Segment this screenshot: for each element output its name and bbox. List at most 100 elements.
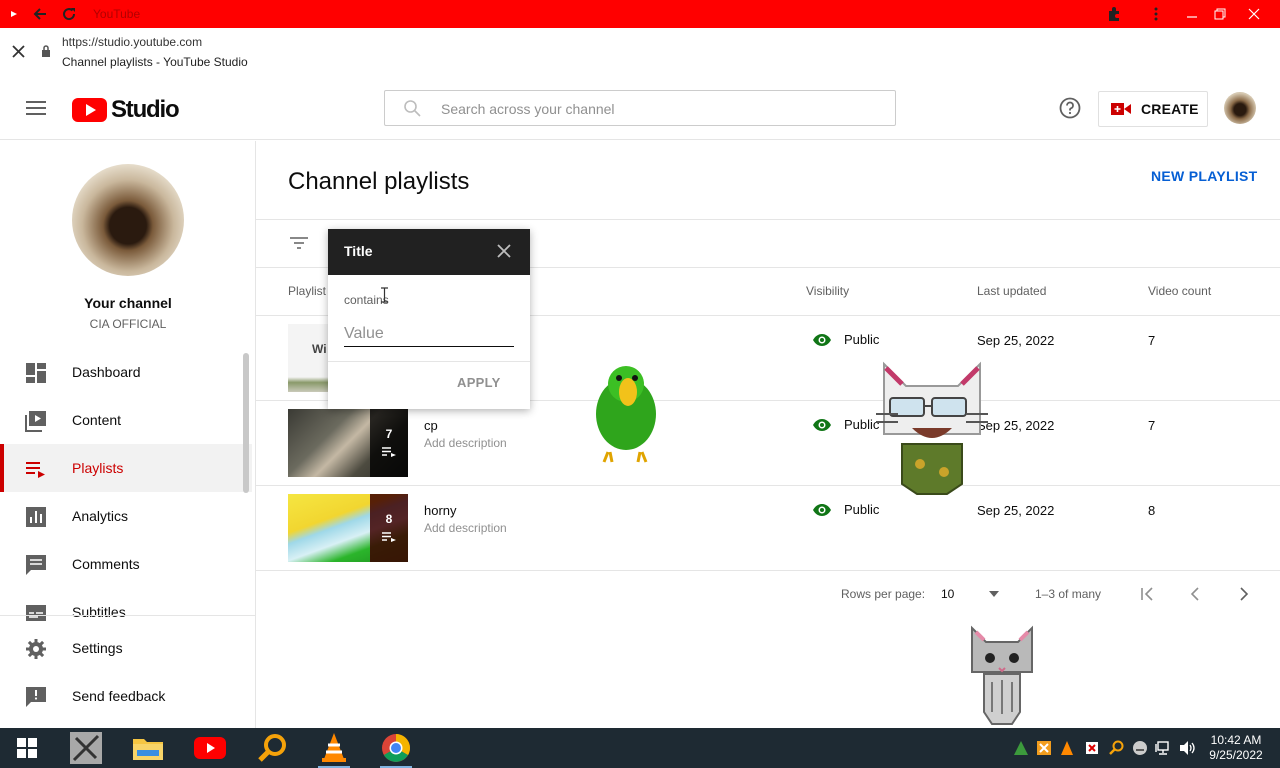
comments-icon [25,554,47,576]
playlist-play-icon [382,447,396,457]
help-icon[interactable] [1059,97,1081,119]
studio-logo[interactable]: Studio [72,96,180,124]
sidebar-item-playlists[interactable]: Playlists [0,444,252,492]
column-header-last-updated[interactable]: Last updated [977,284,1046,298]
rows-per-page-select[interactable]: 10 [940,581,1002,607]
url-text[interactable]: https://studio.youtube.com [62,35,202,49]
video-count-cell: 7 [1148,418,1156,433]
popup-header: Title [328,229,530,275]
tray-app-icon[interactable] [1013,740,1029,756]
video-count-cell: 8 [1148,503,1156,518]
column-header-visibility[interactable]: Visibility [806,284,849,298]
last-updated-cell: Sep 25, 2022 [977,333,1055,348]
close-icon[interactable] [496,243,512,259]
minimize-icon[interactable] [1182,4,1202,24]
pagination-range: 1–3 of many [1035,587,1102,601]
sidebar: Your channel CIA OFFICIAL Dashboard Cont… [0,141,256,728]
channel-name: CIA OFFICIAL [89,317,167,331]
playlist-thumbnail[interactable]: 7 [288,409,408,477]
search-input[interactable]: Search across your channel [384,90,896,126]
tray-search-icon[interactable] [1108,740,1124,756]
channel-avatar[interactable] [72,164,184,276]
taskbar-app-youtube[interactable] [190,732,230,764]
sidebar-item-analytics[interactable]: Analytics [0,492,252,540]
sidebar-item-dashboard[interactable]: Dashboard [0,348,252,396]
tray-vlc-icon[interactable] [1059,740,1075,756]
cat-with-glasses-mascot [872,354,992,496]
new-playlist-button[interactable]: NEW PLAYLIST [1151,168,1258,184]
restore-icon[interactable] [1210,4,1230,24]
feedback-icon [25,686,47,708]
sidebar-item-label: Subtitles [72,604,126,620]
playlist-description[interactable]: Add description [424,436,507,450]
app-image-icon [70,732,102,764]
hamburger-menu-icon[interactable] [26,101,46,115]
sidebar-item-content[interactable]: Content [0,396,252,444]
sidebar-item-label: Analytics [72,508,129,524]
first-page-icon[interactable] [1140,587,1156,601]
lock-icon [41,45,51,57]
windows-logo-icon [17,738,37,758]
playlist-description[interactable]: Add description [424,521,507,535]
table-row[interactable]: 7 cp Add description Public Sep 25, 2022… [256,401,1280,486]
close-icon[interactable] [12,45,25,58]
playlist-thumbnail[interactable]: 8 [288,494,408,562]
sidebar-item-settings[interactable]: Settings [0,624,252,672]
playlist-title[interactable]: cp [424,418,438,433]
next-page-icon[interactable] [1239,587,1249,601]
youtube-favicon-icon [4,4,24,24]
taskbar-app-file-explorer[interactable] [128,732,168,764]
gray-kitten-mascot [966,622,1038,728]
playlist-title[interactable]: horny [424,503,457,518]
gear-icon [25,638,47,660]
taskbar-app-search[interactable] [252,732,292,764]
sidebar-item-send-feedback[interactable]: Send feedback [0,672,252,720]
dashboard-icon [25,362,47,384]
search-placeholder: Search across your channel [441,101,615,117]
taskbar-app-bandicam[interactable] [66,732,106,764]
tray-game-icon[interactable] [1036,740,1052,756]
video-camera-icon [1111,103,1131,115]
sidebar-item-label: Settings [72,640,123,656]
filter-icon[interactable] [290,237,308,249]
avatar[interactable] [1224,92,1256,124]
column-header-video-count[interactable]: Video count [1148,284,1211,298]
thumbnail-count-overlay: 7 [370,409,408,477]
rows-per-page-label: Rows per page: [841,587,926,601]
folder-icon [133,739,163,760]
your-channel-label: Your channel [84,295,172,311]
reload-icon[interactable] [59,4,79,24]
back-icon[interactable] [30,4,50,24]
previous-page-icon[interactable] [1190,587,1200,601]
search-icon [403,99,421,117]
create-label: CREATE [1141,101,1199,117]
start-button[interactable] [7,732,47,764]
playlist-play-icon [382,532,396,542]
title-divider [256,219,1280,220]
taskbar-app-chrome[interactable] [376,732,416,768]
text-cursor-icon [380,287,389,303]
table-row[interactable]: 8 horny Add description Public Sep 25, 2… [256,486,1280,571]
taskbar-app-vlc[interactable] [314,732,354,768]
taskbar-clock[interactable]: 10:42 AM 9/25/2022 [1200,733,1272,763]
thumbnail-count: 8 [385,512,393,526]
browser-title-bar: YouTube [0,0,1280,28]
volume-icon[interactable] [1179,740,1195,756]
tray-flag-icon[interactable] [1084,740,1100,756]
column-header-playlist[interactable]: Playlist [288,284,326,298]
studio-logo-text: Studio [111,96,180,123]
apply-button[interactable]: APPLY [457,375,501,390]
eye-icon [813,418,831,431]
thumbnail-count-overlay: 8 [370,494,408,562]
extensions-icon[interactable] [1104,4,1124,24]
network-icon[interactable] [1155,740,1171,756]
title-filter-popup: Title contains APPLY [328,229,530,409]
sidebar-scrollbar[interactable] [243,353,249,493]
menu-kebab-icon[interactable] [1146,4,1166,24]
tray-emoji-icon[interactable] [1132,740,1148,756]
close-window-icon[interactable] [1244,4,1264,24]
sidebar-item-comments[interactable]: Comments [0,540,252,588]
create-button[interactable]: CREATE [1098,91,1208,127]
green-parrot-mascot [588,362,664,464]
filter-value-field[interactable] [344,321,514,347]
